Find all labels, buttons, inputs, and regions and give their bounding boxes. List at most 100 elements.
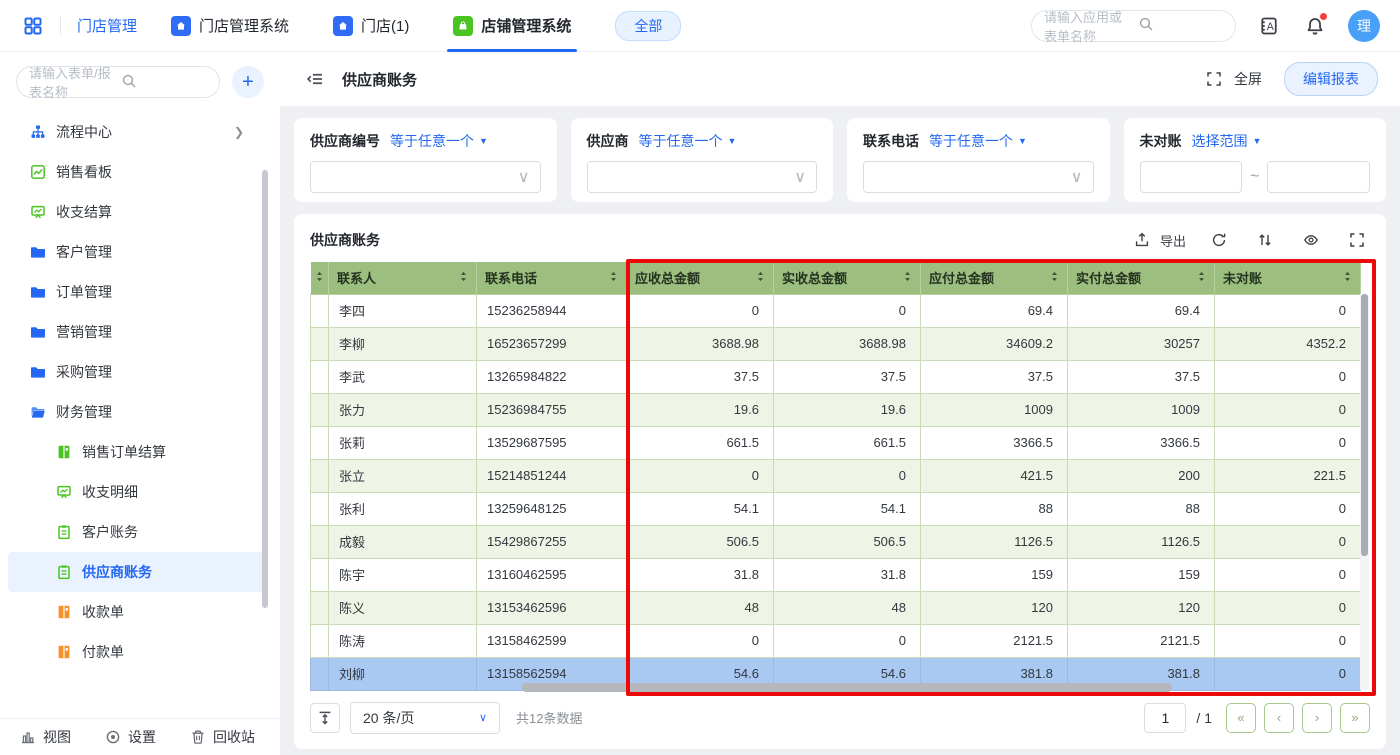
column-header-联系人[interactable]: 联系人 bbox=[329, 262, 477, 294]
cell: 506.5 bbox=[627, 525, 774, 558]
sidebar-footer-回收站[interactable]: 回收站 bbox=[190, 727, 255, 747]
page-number-input[interactable]: 1 bbox=[1144, 703, 1186, 733]
cell: 2121.5 bbox=[921, 624, 1068, 657]
global-search-input[interactable]: 请输入应用或表单名称 bbox=[1031, 10, 1236, 42]
filter-condition[interactable]: 等于任意一个 ▼ bbox=[639, 131, 737, 151]
table-row[interactable]: 陈宇1316046259531.831.81591590 bbox=[311, 558, 1361, 591]
sidebar-item-营销管理[interactable]: 营销管理 bbox=[8, 312, 268, 352]
column-sort-icon[interactable] bbox=[901, 270, 914, 286]
total-count-label: 共12条数据 bbox=[516, 708, 582, 727]
apps-grid-icon[interactable] bbox=[20, 13, 46, 39]
sidebar-item-财务管理[interactable]: 财务管理 bbox=[8, 392, 268, 432]
tab-label: 门店(1) bbox=[361, 15, 409, 36]
address-book-icon[interactable]: A bbox=[1256, 13, 1282, 39]
sidebar-item-商品管理[interactable]: 商品管理 bbox=[8, 672, 268, 680]
sidebar-item-客户账务[interactable]: 客户账务 bbox=[8, 512, 268, 552]
sidebar-item-销售看板[interactable]: 销售看板 bbox=[8, 152, 268, 192]
sidebar-item-销售订单结算[interactable]: 销售订单结算 bbox=[8, 432, 268, 472]
range-min-input[interactable] bbox=[1140, 161, 1243, 193]
table-vertical-scrollbar[interactable] bbox=[1360, 294, 1369, 690]
topbar-tab-2[interactable]: 门店(1) bbox=[333, 0, 409, 52]
sidebar-item-收款单[interactable]: 收款单 bbox=[8, 592, 268, 632]
page-size-select[interactable]: 20 条/页 ∨ bbox=[350, 702, 500, 734]
topbar-tab-1[interactable]: 门店管理系统 bbox=[171, 0, 289, 52]
filter-condition[interactable]: 选择范围 ▼ bbox=[1192, 131, 1262, 151]
sidebar-item-供应商账务[interactable]: 供应商账务 bbox=[8, 552, 268, 592]
home-app-link[interactable]: 门店管理 bbox=[77, 15, 137, 36]
column-header-联系电话[interactable]: 联系电话 bbox=[477, 262, 627, 294]
refresh-icon[interactable] bbox=[1206, 227, 1232, 253]
form-search-input[interactable]: 请输入表单/报表名称 bbox=[16, 66, 220, 98]
sidebar-footer-视图[interactable]: 视图 bbox=[20, 727, 71, 747]
sort-icon[interactable] bbox=[1252, 227, 1278, 253]
sidebar-item-客户管理[interactable]: 客户管理 bbox=[8, 232, 268, 272]
last-page-button[interactable]: » bbox=[1340, 703, 1370, 733]
cell: 88 bbox=[921, 492, 1068, 525]
column-header-应付总金额[interactable]: 应付总金额 bbox=[921, 262, 1068, 294]
filter-select[interactable]: ∨ bbox=[587, 161, 818, 193]
sidebar-item-流程中心[interactable]: 流程中心 ❯ bbox=[8, 112, 268, 152]
column-header-实付总金额[interactable]: 实付总金额 bbox=[1068, 262, 1215, 294]
table-title: 供应商账务 bbox=[310, 230, 380, 250]
column-header-应收总金额[interactable]: 应收总金额 bbox=[627, 262, 774, 294]
sidebar-item-采购管理[interactable]: 采购管理 bbox=[8, 352, 268, 392]
collapse-sidebar-icon[interactable] bbox=[302, 66, 328, 92]
sidebar-item-收支明细[interactable]: 收支明细 bbox=[8, 472, 268, 512]
column-sort-icon[interactable] bbox=[607, 270, 620, 286]
table-row[interactable]: 李武1326598482237.537.537.537.50 bbox=[311, 360, 1361, 393]
sidebar-scrollbar[interactable] bbox=[262, 170, 268, 608]
table-row[interactable]: 成毅15429867255506.5506.51126.51126.50 bbox=[311, 525, 1361, 558]
table-row[interactable]: 张莉13529687595661.5661.53366.53366.50 bbox=[311, 426, 1361, 459]
next-page-button[interactable]: › bbox=[1302, 703, 1332, 733]
table-row[interactable]: 李四152362589440069.469.40 bbox=[311, 294, 1361, 327]
sidebar-item-label: 采购管理 bbox=[56, 362, 112, 382]
cell: 1126.5 bbox=[1068, 525, 1215, 558]
column-sort-icon[interactable] bbox=[1341, 270, 1354, 286]
first-page-button[interactable]: « bbox=[1226, 703, 1256, 733]
column-sort-icon[interactable] bbox=[457, 270, 470, 286]
table-row[interactable]: 陈义1315346259648481201200 bbox=[311, 591, 1361, 624]
column-sort-icon[interactable] bbox=[1048, 270, 1061, 286]
fullscreen-button[interactable]: 全屏 bbox=[1201, 66, 1262, 92]
filter-select[interactable]: ∨ bbox=[863, 161, 1094, 193]
cell: 张莉 bbox=[329, 426, 477, 459]
cell: 159 bbox=[921, 558, 1068, 591]
range-max-input[interactable] bbox=[1267, 161, 1370, 193]
column-header-未对账[interactable]: 未对账 bbox=[1215, 262, 1361, 294]
filter-condition[interactable]: 等于任意一个 ▼ bbox=[929, 131, 1027, 151]
topbar-tab-3[interactable]: 店铺管理系统 bbox=[453, 0, 571, 52]
table-horizontal-scrollbar[interactable] bbox=[522, 683, 1172, 692]
prev-page-button[interactable]: ‹ bbox=[1264, 703, 1294, 733]
column-header-实收总金额[interactable]: 实收总金额 bbox=[774, 262, 921, 294]
sidebar-footer-设置[interactable]: 设置 bbox=[105, 727, 156, 747]
table-row[interactable]: 李柳165236572993688.983688.9834609.2302574… bbox=[311, 327, 1361, 360]
table-row[interactable]: 张力1523698475519.619.6100910090 bbox=[311, 393, 1361, 426]
sidebar-item-付款单[interactable]: 付款单 bbox=[8, 632, 268, 672]
sidebar-item-label: 营销管理 bbox=[56, 322, 112, 342]
sidebar-item-label: 客户管理 bbox=[56, 242, 112, 262]
add-form-button[interactable]: + bbox=[232, 66, 264, 98]
filter-select[interactable]: ∨ bbox=[310, 161, 541, 193]
table-row[interactable]: 陈涛13158462599002121.52121.50 bbox=[311, 624, 1361, 657]
column-sort-icon[interactable] bbox=[754, 270, 767, 286]
export-button[interactable]: 导出 bbox=[1129, 227, 1186, 253]
caret-down-icon: ▼ bbox=[728, 136, 737, 146]
table-row[interactable]: 张立1521485124400421.5200221.5 bbox=[311, 459, 1361, 492]
cell: 0 bbox=[774, 294, 921, 327]
row-height-button[interactable] bbox=[310, 703, 340, 733]
sidebar-item-收支结算[interactable]: 收支结算 bbox=[8, 192, 268, 232]
folder-icon bbox=[30, 284, 46, 300]
column-sort-icon[interactable] bbox=[1195, 270, 1208, 286]
column-header-stub[interactable] bbox=[311, 262, 329, 294]
table-row[interactable]: 张利1325964812554.154.188880 bbox=[311, 492, 1361, 525]
visibility-icon[interactable] bbox=[1298, 227, 1324, 253]
filter-condition[interactable]: 等于任意一个 ▼ bbox=[390, 131, 488, 151]
sidebar-menu: 流程中心 ❯ 销售看板 收支结算 客户管理 订单管理 营销管理 采购管理 财务管… bbox=[0, 106, 280, 680]
cell: 13265984822 bbox=[477, 360, 627, 393]
table-fullscreen-icon[interactable] bbox=[1344, 227, 1370, 253]
all-apps-badge[interactable]: 全部 bbox=[615, 11, 681, 41]
edit-report-button[interactable]: 编辑报表 bbox=[1284, 62, 1378, 96]
notification-bell-icon[interactable] bbox=[1302, 13, 1328, 39]
avatar[interactable]: 理 bbox=[1348, 10, 1380, 42]
sidebar-item-订单管理[interactable]: 订单管理 bbox=[8, 272, 268, 312]
